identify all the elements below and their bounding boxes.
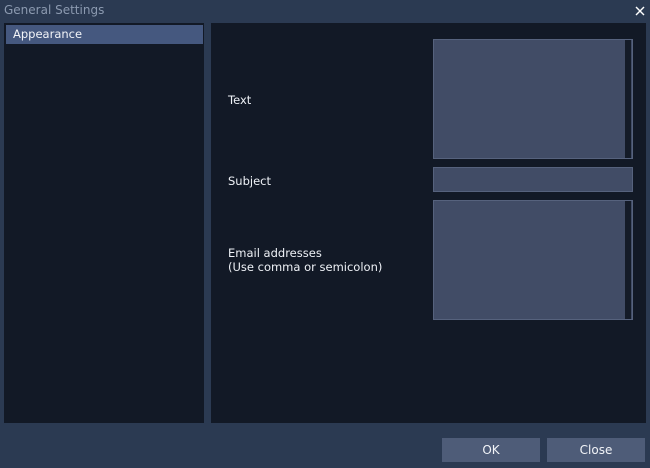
close-icon[interactable] [633,4,647,18]
ok-button[interactable]: OK [442,438,540,462]
settings-category-list: Appearance [4,23,204,423]
sidebar-item-appearance[interactable]: Appearance [6,25,203,44]
subject-field[interactable] [433,167,633,192]
text-label: Text [228,93,252,107]
text-field[interactable] [433,39,633,159]
email-label-line2: (Use comma or semicolon) [228,260,383,274]
email-label: Email addresses (Use comma or semicolon) [228,246,382,274]
window-title: General Settings [4,3,105,17]
settings-content-panel: Text Subject Email addresses (Use comma … [211,23,646,423]
email-addresses-field[interactable] [433,200,633,320]
subject-label: Subject [228,174,271,188]
text-field-scrollbar[interactable] [625,40,631,158]
close-button[interactable]: Close [547,438,645,462]
title-bar: General Settings [0,0,650,22]
email-label-line1: Email addresses [228,246,322,260]
email-field-scrollbar[interactable] [625,201,631,319]
